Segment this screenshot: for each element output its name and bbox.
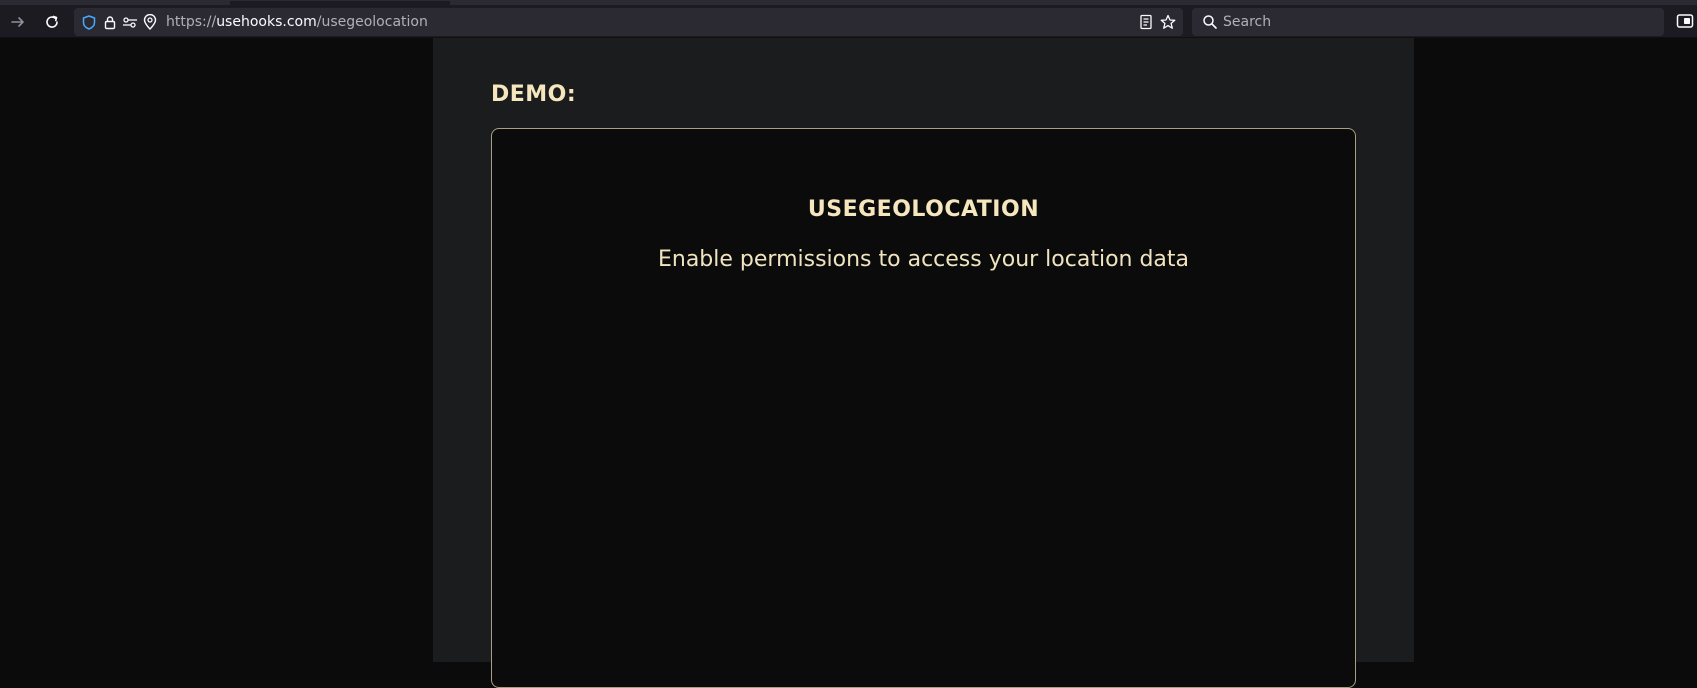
url-path: /usegeolocation: [316, 14, 428, 30]
shield-icon[interactable]: [81, 14, 97, 30]
tab-strip-edge: [0, 1, 1697, 5]
reload-button[interactable]: [40, 10, 64, 34]
search-icon: [1203, 15, 1217, 29]
reader-view-icon[interactable]: [1138, 14, 1154, 30]
location-icon[interactable]: [142, 14, 158, 30]
bookmark-star-icon[interactable]: [1160, 14, 1176, 30]
search-placeholder: Search: [1223, 14, 1272, 30]
extensions-icon[interactable]: [1676, 12, 1694, 30]
url-prefix: https://: [166, 14, 217, 30]
url-host: usehooks.com: [216, 14, 317, 30]
browser-toolbar: https://usehooks.com/usegeolocation Sear…: [0, 0, 1697, 38]
demo-title: USEGEOLOCATION: [807, 197, 1040, 222]
content-column: DEMO: USEGEOLOCATION Enable permissions …: [433, 38, 1414, 688]
lock-icon[interactable]: [102, 14, 118, 30]
demo-heading: DEMO:: [491, 82, 577, 107]
selected-tab-edge[interactable]: [230, 1, 450, 5]
url-text[interactable]: https://usehooks.com/usegeolocation: [166, 13, 428, 31]
permissions-icon[interactable]: [122, 14, 138, 30]
forward-icon: [11, 17, 24, 27]
forward-button[interactable]: [6, 10, 30, 34]
demo-container: USEGEOLOCATION Enable permissions to acc…: [491, 128, 1356, 688]
permission-message: Enable permissions to access your locati…: [657, 247, 1190, 272]
search-bar[interactable]: Search: [1192, 8, 1664, 36]
reload-icon: [46, 15, 58, 28]
url-bar[interactable]: https://usehooks.com/usegeolocation: [74, 8, 1183, 36]
